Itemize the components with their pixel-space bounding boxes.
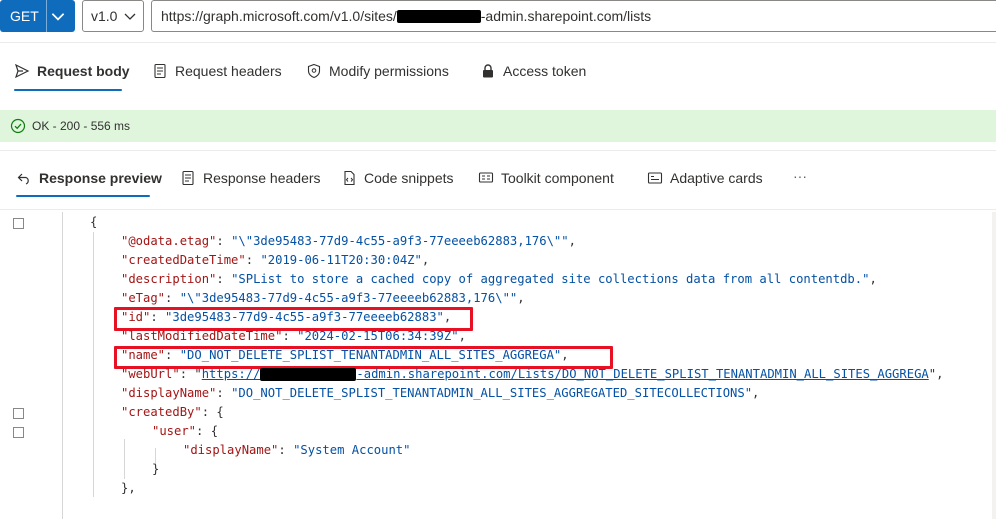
json-key: "eTag"	[121, 291, 166, 305]
lock-icon	[483, 64, 493, 78]
highlight-box-name	[114, 346, 613, 369]
json-line: "createdBy": {	[121, 405, 224, 419]
json-line: "createdDateTime": "2019-06-11T20:30:04Z…	[121, 253, 430, 267]
scrollbar[interactable]	[992, 212, 996, 519]
tab-toolkit-component[interactable]: Toolkit component	[478, 168, 614, 188]
response-json-viewer: { "@odata.etag": "\"3de95483-77d9-4c55-a…	[0, 212, 996, 519]
tab-adaptive-cards[interactable]: Adaptive cards	[647, 168, 763, 188]
json-key: "displayName"	[121, 386, 217, 400]
url-suffix: -admin.sharepoint.com/lists	[480, 8, 652, 24]
json-value: "\"3de95483-77d9-4c55-a9f3-77eeeeb62883,…	[231, 234, 569, 248]
tab-label: Toolkit component	[501, 170, 614, 186]
status-bar: OK - 200 - 556 ms	[0, 110, 996, 142]
tab-modify-permissions[interactable]: Modify permissions	[306, 61, 449, 81]
json-value: "2019-06-11T20:30:04Z"	[260, 253, 422, 267]
document-icon	[182, 170, 194, 186]
indent-guide	[124, 439, 125, 479]
tab-request-body[interactable]: Request body	[14, 61, 130, 81]
request-tabs: Request body Request headers Modify perm…	[0, 42, 996, 100]
version-dropdown[interactable]: v1.0	[82, 0, 144, 32]
json-key: "webUrl"	[121, 367, 180, 381]
tab-label: Adaptive cards	[670, 170, 763, 186]
json-key: "@odata.etag"	[121, 234, 217, 248]
indent-guide	[93, 232, 94, 497]
weburl-link[interactable]: https:// -admin.sharepoint.com/Lists/DO_N…	[202, 367, 929, 381]
json-brace: }	[152, 462, 160, 476]
json-line: "webUrl": "https://-admin.sharepoint.com…	[121, 367, 944, 381]
json-line: "displayName": "System Account"	[183, 443, 411, 457]
json-brace: },	[121, 481, 136, 495]
tab-label: Access token	[503, 63, 587, 79]
json-key: "createdBy"	[121, 405, 202, 419]
json-line: {	[90, 215, 97, 234]
json-line: "displayName": "DO_NOT_DELETE_SPLIST_TEN…	[121, 386, 760, 400]
document-icon	[154, 63, 166, 79]
url-prefix: https://graph.microsoft.com/v1.0/sites/	[161, 8, 397, 24]
fold-toggle[interactable]	[13, 218, 24, 229]
version-label: v1.0	[91, 8, 118, 24]
method-divider	[46, 0, 47, 32]
tab-label: Modify permissions	[329, 63, 449, 79]
status-text: OK - 200 - 556 ms	[32, 119, 131, 133]
json-value: "SPList to store a cached copy of aggreg…	[231, 272, 870, 286]
json-line: "@odata.etag": "\"3de95483-77d9-4c55-a9f…	[121, 234, 576, 248]
json-key: "user"	[152, 424, 197, 438]
highlight-box-id	[114, 307, 473, 331]
json-value: "\"3de95483-77d9-4c55-a9f3-77eeeeb62883,…	[179, 291, 518, 305]
shield-icon	[307, 63, 321, 79]
http-method-dropdown[interactable]: GET	[0, 0, 75, 32]
json-value: "2024-02-15T06:34:39Z"	[297, 329, 459, 343]
more-tabs-button[interactable]: ···	[793, 166, 807, 186]
tab-label: Response headers	[203, 170, 321, 186]
response-tabs: Response preview Response headers Code s…	[0, 150, 996, 210]
json-value: "DO_NOT_DELETE_SPLIST_TENANTADMIN_ALL_SI…	[231, 386, 753, 400]
request-bar: GET v1.0 https://graph.microsoft.com/v1.…	[0, 0, 996, 34]
redacted-tenant	[260, 368, 357, 381]
tab-request-headers[interactable]: Request headers	[152, 61, 282, 81]
tab-code-snippets[interactable]: Code snippets	[341, 168, 454, 188]
json-brace: {	[90, 215, 98, 229]
json-line: },	[121, 481, 136, 500]
weburl-suffix: -admin.sharepoint.com/Lists/DO_NOT_DELET…	[356, 367, 929, 381]
check-circle-icon	[10, 118, 26, 134]
redacted-tenant	[396, 9, 481, 23]
json-line: "description": "SPList to store a cached…	[121, 272, 877, 286]
json-line: "user": {	[152, 424, 219, 438]
json-key: "createdDateTime"	[121, 253, 246, 267]
more-icon: ···	[793, 168, 807, 184]
tab-response-preview[interactable]: Response preview	[16, 168, 162, 188]
active-tab-indicator	[14, 89, 122, 91]
toolkit-icon	[478, 172, 494, 183]
indent-guide	[62, 212, 63, 519]
tab-label: Code snippets	[364, 170, 454, 186]
card-icon	[647, 172, 663, 184]
tab-label: Response preview	[39, 170, 162, 186]
fold-toggle[interactable]	[13, 408, 24, 419]
code-file-icon	[344, 170, 355, 186]
tab-label: Request headers	[175, 63, 282, 79]
chevron-down-icon	[124, 13, 136, 20]
json-key: "lastModifiedDateTime"	[121, 329, 283, 343]
url-input[interactable]: https://graph.microsoft.com/v1.0/sites/ -…	[151, 0, 996, 32]
json-key: "description"	[121, 272, 217, 286]
arrow-left-icon	[17, 173, 29, 185]
tab-access-token[interactable]: Access token	[480, 61, 586, 81]
weburl-prefix: https://	[201, 367, 261, 381]
http-method-label: GET	[10, 8, 39, 24]
json-line: }	[152, 462, 159, 481]
tab-label: Request body	[37, 63, 130, 79]
json-key: "displayName"	[183, 443, 279, 457]
send-icon	[14, 63, 30, 79]
chevron-down-icon	[51, 13, 65, 21]
tab-response-headers[interactable]: Response headers	[180, 168, 321, 188]
json-value: "System Account"	[293, 443, 411, 457]
fold-toggle[interactable]	[13, 427, 24, 438]
active-tab-indicator	[16, 195, 150, 197]
